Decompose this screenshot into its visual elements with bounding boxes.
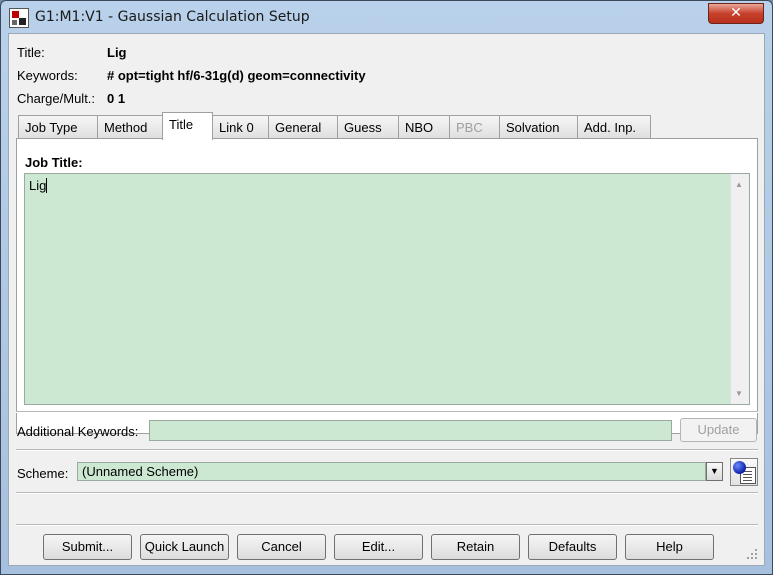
scheme-select[interactable]: (Unnamed Scheme) bbox=[77, 462, 706, 481]
divider bbox=[16, 524, 758, 526]
tab-method[interactable]: Method bbox=[97, 115, 163, 139]
charge-mult-value: 0 1 bbox=[107, 91, 126, 106]
scroll-up-icon[interactable]: ▲ bbox=[735, 180, 743, 189]
divider bbox=[16, 449, 758, 451]
app-icon bbox=[9, 8, 29, 28]
edit-button[interactable]: Edit... bbox=[334, 534, 423, 560]
dialog-body: Title: Lig Keywords: # opt=tight hf/6-31… bbox=[8, 33, 765, 566]
tab-job-type[interactable]: Job Type bbox=[18, 115, 98, 139]
tab-nbo[interactable]: NBO bbox=[398, 115, 450, 139]
help-button[interactable]: Help bbox=[625, 534, 714, 560]
close-button[interactable]: ✕ bbox=[708, 3, 764, 24]
title-label: Title: bbox=[17, 45, 45, 60]
tab-pbc: PBC bbox=[449, 115, 500, 139]
resize-grip-icon[interactable] bbox=[746, 548, 758, 560]
scheme-label: Scheme: bbox=[17, 466, 69, 481]
title-value: Lig bbox=[107, 45, 127, 60]
submit-button[interactable]: Submit... bbox=[43, 534, 132, 560]
textarea-scrollbar[interactable]: ▲ ▼ bbox=[730, 174, 749, 404]
charge-mult-label: Charge/Mult.: bbox=[17, 91, 96, 106]
additional-keywords-input[interactable] bbox=[149, 420, 672, 441]
quick-launch-button[interactable]: Quick Launch bbox=[140, 534, 229, 560]
tab-add-inp[interactable]: Add. Inp. bbox=[577, 115, 651, 139]
retain-button[interactable]: Retain bbox=[431, 534, 520, 560]
tab-solvation[interactable]: Solvation bbox=[499, 115, 578, 139]
scheme-selected-value: (Unnamed Scheme) bbox=[82, 464, 199, 479]
tab-title[interactable]: Title bbox=[162, 112, 213, 140]
keywords-label: Keywords: bbox=[17, 68, 78, 83]
title-bar[interactable]: G1:M1:V1 - Gaussian Calculation Setup ✕ bbox=[1, 1, 772, 33]
cancel-button[interactable]: Cancel bbox=[237, 534, 326, 560]
tab-general[interactable]: General bbox=[268, 115, 338, 139]
keywords-value: # opt=tight hf/6-31g(d) geom=connectivit… bbox=[107, 68, 366, 83]
chevron-down-icon[interactable]: ▼ bbox=[706, 462, 723, 481]
tab-guess[interactable]: Guess bbox=[337, 115, 399, 139]
defaults-button[interactable]: Defaults bbox=[528, 534, 617, 560]
job-title-heading: Job Title: bbox=[25, 155, 83, 170]
close-icon: ✕ bbox=[730, 5, 742, 21]
window-title: G1:M1:V1 - Gaussian Calculation Setup bbox=[35, 9, 310, 25]
title-tab-panel: Job Title: Lig ▲ ▼ bbox=[16, 138, 758, 434]
scheme-edit-icon[interactable] bbox=[730, 458, 758, 486]
scroll-down-icon[interactable]: ▼ bbox=[735, 389, 743, 398]
update-button[interactable]: Update bbox=[680, 418, 757, 442]
divider bbox=[16, 411, 758, 413]
text-caret bbox=[46, 178, 48, 193]
job-title-textarea[interactable]: Lig ▲ ▼ bbox=[24, 173, 750, 405]
additional-keywords-label: Additional Keywords: bbox=[17, 424, 139, 439]
dialog-window: G1:M1:V1 - Gaussian Calculation Setup ✕ … bbox=[0, 0, 773, 575]
tab-link0[interactable]: Link 0 bbox=[212, 115, 269, 139]
job-title-text: Lig bbox=[29, 178, 47, 193]
divider bbox=[16, 492, 758, 494]
